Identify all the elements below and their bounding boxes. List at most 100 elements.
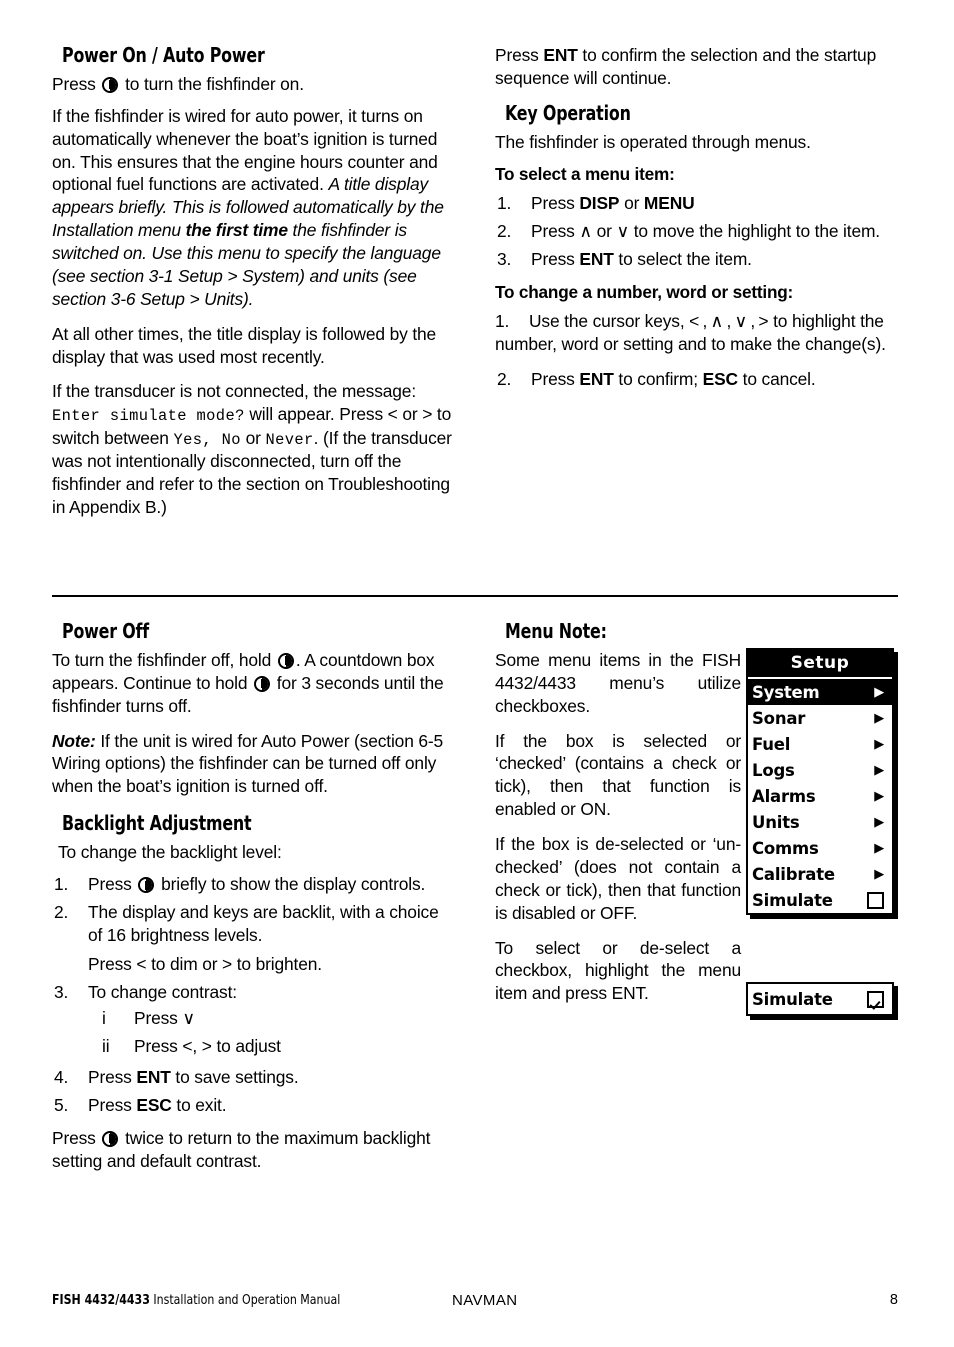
- heading-power-on: Power On / Auto Power: [62, 43, 265, 67]
- text-move-highlight: Press ∧ or ∨ to move the highlight to th…: [531, 221, 880, 242]
- text-change-contrast: To change contrast:: [88, 981, 237, 1002]
- list-item: 2. Press ∧ or ∨ to move the highlight to …: [495, 220, 899, 243]
- paragraph-power-off-note: Note: If the unit is wired for Auto Powe…: [52, 730, 452, 799]
- text-transducer-c: or: [240, 427, 266, 448]
- heading-power-off: Power Off: [62, 619, 150, 643]
- menu-item-alarms[interactable]: Alarms ▶: [748, 783, 892, 809]
- chevron-right-icon: ▶: [874, 762, 884, 778]
- document-page: Power On / Auto Power Press to turn the …: [0, 0, 954, 1347]
- text-brightness-levels: The display and keys are backlit, with a…: [88, 901, 439, 945]
- heading-key-operation: Key Operation: [505, 100, 631, 125]
- text-press: Press: [531, 248, 580, 269]
- section-power-off: Power Off To turn the fishfinder off, ho…: [52, 620, 452, 1185]
- paragraph-cursor-keys: 1. Use the cursor keys, < , ∧ , ∨ , > to …: [495, 310, 899, 356]
- list-item: 1. Press briefly to show the display cont…: [52, 873, 452, 896]
- list-number: 2.: [497, 221, 512, 242]
- menu-item-label: Simulate: [752, 890, 833, 910]
- list-backlight-steps: 1. Press briefly to show the display cont…: [52, 873, 452, 1117]
- chevron-right-icon: ▶: [874, 866, 884, 882]
- text-press: Press: [52, 73, 101, 94]
- power-icon: [102, 1130, 119, 1147]
- paragraph-menus-lead: The fishfinder is operated through menus…: [495, 131, 811, 152]
- menu-item-comms[interactable]: Comms ▶: [748, 835, 892, 861]
- menu-item-label: Alarms: [752, 786, 816, 806]
- chevron-right-icon: ▶: [874, 788, 884, 804]
- list-contrast-substeps: i Press ∨ ii Press <, > to adjust: [88, 1007, 452, 1058]
- paragraph-menu-note-4: To select or de-select a checkbox, highl…: [495, 937, 741, 1004]
- text-select-item: to select the item.: [613, 248, 752, 269]
- text-key-ent: ENT: [543, 45, 578, 65]
- menu-item-units[interactable]: Units ▶: [748, 809, 892, 835]
- section-menu-note: Menu Note: Some menu items in the FISH 4…: [495, 620, 741, 1017]
- list-item: 1. Press DISP or MENU: [495, 192, 899, 215]
- power-icon: [138, 877, 155, 894]
- list-item: 3. To change contrast: i Press ∨ ii Press <…: [52, 981, 452, 1059]
- checkbox-icon: [867, 990, 884, 1008]
- list-item: 2. Press ENT to confirm; ESC to cancel.: [495, 368, 899, 391]
- text-press-a: Press: [495, 45, 544, 65]
- list-item: 4. Press ENT to save settings.: [52, 1066, 452, 1089]
- text-note-label: Note:: [52, 730, 96, 751]
- chevron-right-icon: ▶: [874, 814, 884, 830]
- paragraph-confirm-ent: Press ENT to confirm the selection and t…: [495, 44, 899, 90]
- text-turn-on: to turn the fishfinder on.: [120, 73, 304, 94]
- menu-item-label: Comms: [752, 838, 819, 858]
- device-setup-menu-screenshot: Setup System ▶ Sonar ▶ Fuel ▶ Logs ▶ Alarms ▶ Unit…: [746, 648, 894, 915]
- menu-item-logs[interactable]: Logs ▶: [748, 757, 892, 783]
- text-to-exit: to exit.: [171, 1095, 227, 1116]
- menu-item-label: Simulate: [752, 989, 833, 1009]
- text-press: Press: [531, 369, 580, 390]
- list-item: 3. Press ENT to select the item.: [495, 248, 899, 271]
- paragraph-other-times: At all other times, the title display is…: [52, 323, 437, 367]
- list-item: 5. Press ESC to exit.: [52, 1094, 452, 1117]
- subheading-change-number: To change a number, word or setting:: [495, 281, 794, 302]
- chevron-right-icon: ▶: [874, 684, 884, 700]
- menu-item-label: System: [752, 682, 820, 702]
- power-icon: [277, 652, 294, 669]
- text-key-ent: ENT: [579, 248, 614, 269]
- horizontal-divider: [52, 595, 898, 598]
- text-press: Press: [88, 1067, 137, 1088]
- menu-item-sonar[interactable]: Sonar ▶: [748, 705, 892, 731]
- menu-item-label: Units: [752, 812, 800, 832]
- power-icon: [102, 76, 119, 93]
- menu-item-label: Calibrate: [752, 864, 835, 884]
- list-number: 2.: [497, 369, 512, 390]
- text-key-esc: ESC: [136, 1095, 172, 1116]
- list-number: 4.: [54, 1067, 69, 1088]
- list-number: 5.: [54, 1095, 69, 1116]
- paragraph-backlight-lead: To change the backlight level:: [58, 842, 282, 863]
- text-press-down: Press ∨: [134, 1008, 195, 1029]
- text-first-time-emphasis: the first time: [185, 220, 288, 241]
- text-key-menu: MENU: [643, 193, 695, 214]
- menu-item-fuel[interactable]: Fuel ▶: [748, 731, 892, 757]
- menu-item-simulate[interactable]: Simulate: [748, 887, 892, 913]
- text-key-esc: ESC: [702, 369, 738, 390]
- menu-item-label: Sonar: [752, 708, 806, 728]
- subheading-select-menu-item: To select a menu item:: [495, 163, 675, 184]
- list-number: 3.: [54, 981, 69, 1002]
- text-press: Press: [88, 1095, 137, 1116]
- text-code-yes-no: Yes, No: [173, 430, 241, 449]
- checkbox-icon[interactable]: [867, 891, 884, 909]
- power-icon: [254, 675, 271, 692]
- list-item: 2. The display and keys are backlit, with…: [52, 901, 452, 976]
- text-to-confirm: to confirm;: [613, 369, 703, 390]
- chevron-right-icon: ▶: [874, 840, 884, 856]
- device-simulate-checked-screenshot: Simulate: [746, 982, 894, 1016]
- footer-page-number: 8: [889, 1292, 898, 1308]
- list-item: i Press ∨: [88, 1007, 452, 1030]
- paragraph-menu-note-2: If the box is selected or ‘checked’ (con…: [495, 730, 741, 820]
- chevron-right-icon: ▶: [874, 710, 884, 726]
- text-dim-brighten: Press < to dim or > to brighten.: [88, 953, 322, 974]
- text-press: Press: [52, 1127, 101, 1148]
- list-number: 1.: [54, 874, 69, 895]
- text-key-disp: DISP: [579, 193, 620, 214]
- paragraph-press-power: Press to turn the fishfinder on.: [52, 73, 452, 96]
- menu-item-calibrate[interactable]: Calibrate ▶: [748, 861, 892, 887]
- menu-item-label: Logs: [752, 760, 795, 780]
- menu-item-system[interactable]: System ▶: [748, 679, 892, 705]
- heading-menu-note: Menu Note:: [505, 619, 607, 643]
- text-code-enter-simulate: Enter simulate mode?: [52, 407, 245, 426]
- section-power-on: Power On / Auto Power Press to turn the …: [52, 44, 452, 530]
